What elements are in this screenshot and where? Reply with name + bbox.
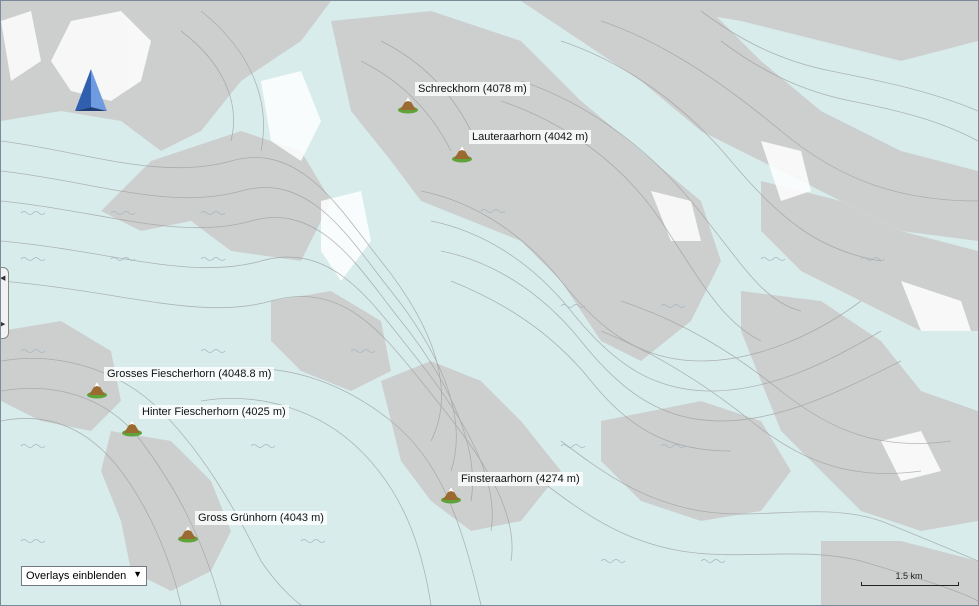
overlay-dropdown[interactable]: Overlays einblenden ▼ xyxy=(21,566,147,586)
peak-schreckhorn-icon[interactable] xyxy=(397,96,419,114)
peak-gross-gruenhorn-icon[interactable] xyxy=(177,525,199,543)
map-view[interactable]: Schreckhorn (4078 m) Lauteraarhorn (4042… xyxy=(0,0,979,606)
peak-label-hinter-fiescherhorn: Hinter Fiescherhorn (4025 m) xyxy=(139,405,289,419)
peak-label-schreckhorn: Schreckhorn (4078 m) xyxy=(415,82,530,96)
peak-lauteraarhorn-icon[interactable] xyxy=(451,145,473,163)
blue-pyramid-position-icon[interactable] xyxy=(71,67,111,113)
peak-label-finsteraarhorn: Finsteraarhorn (4274 m) xyxy=(458,472,583,486)
panel-toggle-handle[interactable]: ◀ ▶ xyxy=(0,267,9,339)
peak-finsteraarhorn-icon[interactable] xyxy=(440,486,462,504)
chevron-right-icon: ▶ xyxy=(0,321,6,328)
scale-bar: 1.5 km xyxy=(859,571,959,587)
scale-label: 1.5 km xyxy=(895,571,923,581)
peak-grosses-fiescherhorn-icon[interactable] xyxy=(86,381,108,399)
scale-line xyxy=(861,582,959,586)
peak-label-lauteraarhorn: Lauteraarhorn (4042 m) xyxy=(469,130,592,144)
peak-label-gross-gruenhorn: Gross Grünhorn (4043 m) xyxy=(195,511,327,525)
peak-hinter-fiescherhorn-icon[interactable] xyxy=(121,419,143,437)
peak-label-grosses-fiescherhorn: Grosses Fiescherhorn (4048.8 m) xyxy=(104,367,275,381)
chevron-left-icon: ◀ xyxy=(0,275,6,282)
overlay-dropdown-value: Overlays einblenden xyxy=(26,570,127,582)
chevron-down-icon: ▼ xyxy=(133,569,142,579)
